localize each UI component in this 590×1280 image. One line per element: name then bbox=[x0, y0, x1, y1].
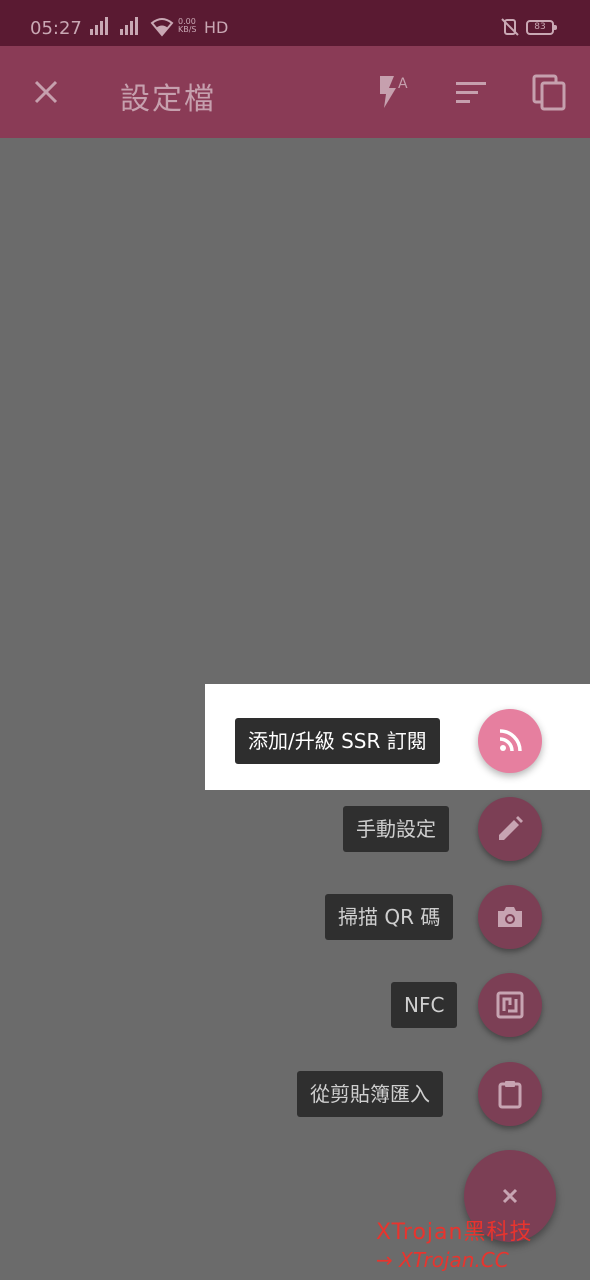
app-bar: 設定檔 A bbox=[0, 46, 590, 138]
close-icon[interactable] bbox=[28, 74, 64, 110]
nfc-button[interactable] bbox=[478, 973, 542, 1037]
vibrate-off-icon bbox=[500, 17, 520, 41]
menu-label-import-clipboard[interactable]: 從剪貼簿匯入 bbox=[297, 1071, 443, 1117]
copy-icon[interactable] bbox=[530, 72, 570, 112]
clipboard-icon bbox=[498, 1081, 522, 1109]
status-time: 05:27 bbox=[30, 18, 82, 39]
battery-icon: 83 bbox=[526, 20, 557, 35]
wifi-icon bbox=[150, 17, 174, 41]
signal-icon bbox=[88, 17, 114, 41]
camera-icon bbox=[498, 907, 522, 927]
pencil-icon bbox=[499, 816, 523, 840]
signal-icon-2 bbox=[118, 17, 144, 41]
menu-label-nfc[interactable]: NFC bbox=[391, 982, 458, 1028]
watermark-line1: XTrojan黑科技 bbox=[376, 1220, 533, 1245]
watermark-line2: → XTrojan.CC bbox=[376, 1248, 509, 1272]
menu-label-manual-settings[interactable]: 手動設定 bbox=[343, 806, 449, 852]
manual-settings-button[interactable] bbox=[478, 797, 542, 861]
auto-flash-icon[interactable]: A bbox=[372, 72, 412, 112]
menu-label-ssr-subscription[interactable]: 添加/升級 SSR 訂閱 bbox=[235, 718, 440, 764]
rss-icon bbox=[499, 729, 522, 752]
menu-label-scan-qr[interactable]: 掃描 QR 碼 bbox=[325, 894, 454, 940]
net-speed: 0.00 KB/S bbox=[178, 17, 197, 34]
import-clipboard-button[interactable] bbox=[478, 1062, 542, 1126]
status-bar: 05:27 0.00 KB/S HD 83 bbox=[0, 0, 590, 46]
svg-text:A: A bbox=[398, 76, 408, 92]
ssr-subscription-button[interactable] bbox=[478, 709, 542, 773]
page-title: 設定檔 bbox=[120, 82, 216, 117]
nfc-icon bbox=[496, 991, 524, 1019]
hd-icon: HD bbox=[204, 18, 229, 37]
watermark: XTrojan黑科技 → XTrojan.CC bbox=[376, 1214, 532, 1272]
sort-icon[interactable] bbox=[452, 72, 492, 112]
close-icon bbox=[502, 1188, 518, 1204]
scan-qr-button[interactable] bbox=[478, 885, 542, 949]
